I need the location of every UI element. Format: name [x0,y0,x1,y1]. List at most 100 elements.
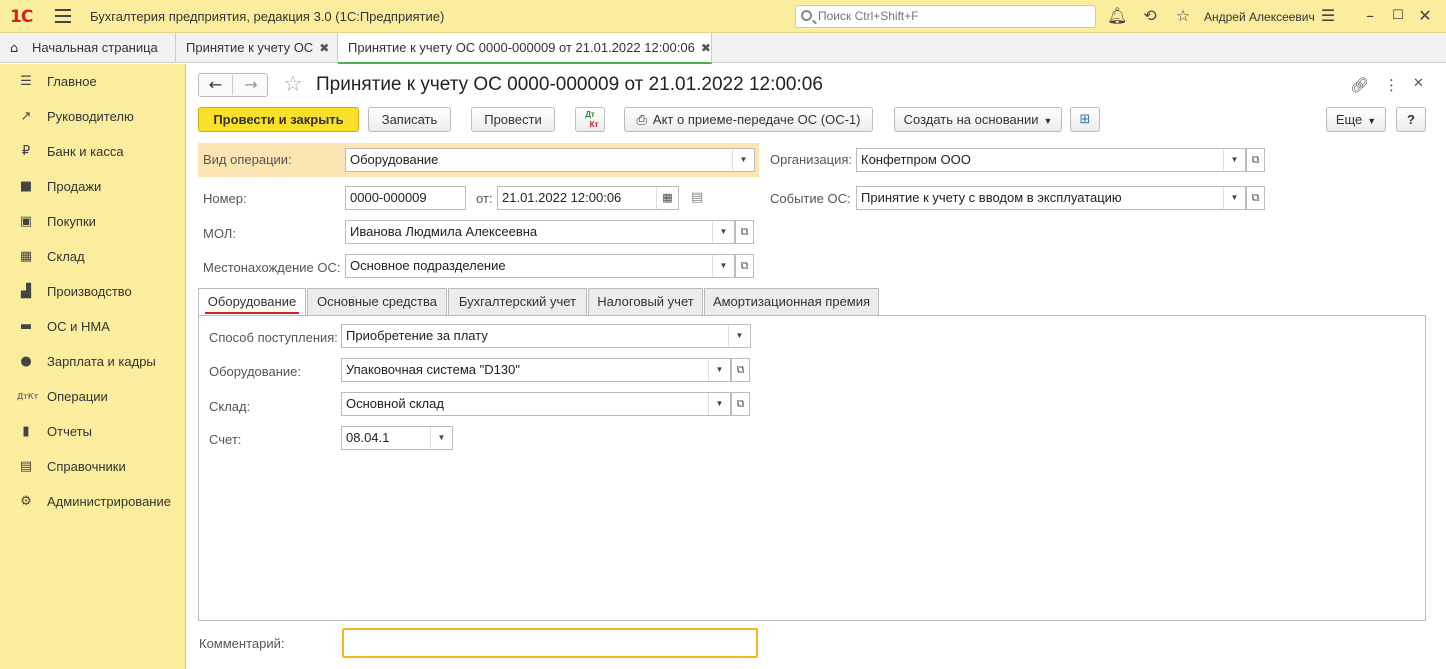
sidebar-item-reports[interactable]: ▮ Отчеты [0,418,186,446]
dt-kt-button[interactable]: Дт Кт [575,107,605,132]
comment-history-icon[interactable]: ▤ [691,190,703,205]
tab-fixed-assets[interactable]: Основные средства [307,288,447,315]
open-location-icon[interactable]: ⧉ [735,254,754,278]
calendar-icon[interactable]: ▦ [656,187,678,209]
save-button[interactable]: Записать [368,107,451,132]
back-arrow-icon[interactable]: ← [199,75,233,95]
sidebar-item-sales[interactable]: ■ Продажи [0,173,186,201]
user-name[interactable]: Андрей Алексеевич [1204,10,1315,24]
tab-depreciation-bonus[interactable]: Амортизационная премия [704,288,879,315]
operation-type-field[interactable]: Оборудование ▼ [345,148,755,172]
date-label: от: [476,191,493,206]
dropdown-icon: ▼ [1043,116,1053,126]
open-organization-icon[interactable]: ⧉ [1246,148,1265,172]
open-equipment-icon[interactable]: ⧉ [731,358,750,382]
structure-icon[interactable]: ⊞ [1070,107,1100,132]
number-field[interactable]: 0000-000009 [345,186,466,210]
help-button[interactable]: ? [1396,107,1426,132]
tab-tax[interactable]: Налоговый учет [588,288,703,315]
open-warehouse-icon[interactable]: ⧉ [731,392,750,416]
dropdown-arrow-icon[interactable]: ▼ [708,393,730,415]
organization-field[interactable]: Конфетпром ООО ▼ [856,148,1246,172]
more-button[interactable]: Еще ▼ [1326,107,1386,132]
tab-home[interactable]: ⌂ Начальная страница [0,33,176,63]
sidebar-item-manager[interactable]: ↗ Руководителю [0,103,186,131]
search-icon [801,10,812,21]
close-form-icon[interactable]: ✕ [1413,76,1424,91]
open-windows-tabs: ⌂ Начальная страница Принятие к учету ОС ✖… [0,33,1446,64]
post-and-close-button[interactable]: Провести и закрыть [198,107,359,132]
mol-field[interactable]: Иванова Людмила Алексеевна ▼ [345,220,735,244]
more-vertical-icon[interactable]: ⋮ [1384,76,1399,94]
bar-chart-icon: ▮ [22,424,30,439]
close-window-icon[interactable]: ✕ [1416,7,1434,25]
sidebar-item-salary[interactable]: ● Зарплата и кадры [0,348,186,376]
tab-accounting[interactable]: Бухгалтерский учет [448,288,587,315]
location-field[interactable]: Основное подразделение ▼ [345,254,735,278]
operation-type-label: Вид операции: [203,152,292,167]
dropdown-arrow-icon[interactable]: ▼ [708,359,730,381]
warehouse-field[interactable]: Основной склад ▼ [341,392,731,416]
settings-menu-icon[interactable]: ☰ [1319,7,1337,25]
tab-os-document[interactable]: Принятие к учету ОС 0000-000009 от 21.01… [338,33,712,64]
act-os1-button[interactable]: ⎙ Акт о приеме-передаче ОС (ОС-1) [624,107,873,132]
maximize-icon[interactable]: ☐ [1389,7,1407,25]
dropdown-arrow-icon[interactable]: ▼ [1223,149,1245,171]
comment-field[interactable] [342,628,758,658]
sidebar-item-operations[interactable]: ДтКт Операции [0,383,186,411]
receipt-method-field[interactable]: Приобретение за плату ▼ [341,324,751,348]
open-event-icon[interactable]: ⧉ [1246,186,1265,210]
close-tab-icon[interactable]: ✖ [319,41,329,55]
favorites-star-icon[interactable]: ☆ [1174,7,1192,25]
tab-equipment[interactable]: Оборудование [198,288,306,316]
minimize-icon[interactable]: – [1361,7,1379,25]
cart-icon: ▣ [19,214,33,229]
sidebar-item-bank[interactable]: ₽ Банк и касса [0,138,186,166]
sidebar-item-main[interactable]: ☰ Главное [0,68,186,96]
bell-icon[interactable]: 🔔︎ [1107,7,1127,25]
close-tab-icon[interactable]: ✖ [701,41,711,55]
dropdown-arrow-icon[interactable]: ▼ [712,221,734,243]
event-label: Событие ОС: [770,191,851,206]
main-menu-icon[interactable] [55,9,71,23]
dropdown-arrow-icon[interactable]: ▼ [728,325,750,347]
dropdown-arrow-icon[interactable]: ▼ [430,427,452,449]
account-field[interactable]: 08.04.1 ▼ [341,426,453,450]
receipt-method-label: Способ поступления: [209,330,338,345]
sidebar-item-purchases[interactable]: ▣ Покупки [0,208,186,236]
global-search[interactable] [795,5,1096,28]
link-icon[interactable]: 🔗︎ [1350,76,1369,94]
location-label: Местонахождение ОС: [203,260,341,275]
equipment-field[interactable]: Упаковочная система "D130" ▼ [341,358,731,382]
dropdown-arrow-icon[interactable]: ▼ [1223,187,1245,209]
number-label: Номер: [203,191,247,206]
app-logo: 1С [10,7,33,27]
equipment-tab-panel: Способ поступления: Приобретение за плат… [198,315,1426,621]
event-field[interactable]: Принятие к учету с вводом в эксплуатацию… [856,186,1246,210]
menu-icon: ☰ [20,74,32,89]
sidebar-item-catalogs[interactable]: ▤ Справочники [0,453,186,481]
sidebar-item-warehouse[interactable]: ▦ Склад [0,243,186,271]
history-icon[interactable]: ⟲ [1141,7,1159,25]
post-button[interactable]: Провести [471,107,555,132]
dropdown-arrow-icon[interactable]: ▼ [712,255,734,277]
title-bar: 1С Бухгалтерия предприятия, редакция 3.0… [0,0,1446,33]
dropdown-arrow-icon[interactable]: ▼ [732,149,754,171]
tab-os-list[interactable]: Принятие к учету ОС ✖ [176,33,338,63]
sidebar-item-production[interactable]: ▟ Производство [0,278,186,306]
dt-kt-icon: ДтКт [17,392,39,401]
open-mol-icon[interactable]: ⧉ [735,220,754,244]
search-input[interactable] [818,9,1088,23]
sidebar-item-admin[interactable]: ⚙ Администрирование [0,488,186,516]
sidebar-item-fixed-assets[interactable]: ▬ ОС и НМА [0,313,186,341]
organization-label: Организация: [770,152,853,167]
create-based-on-button[interactable]: Создать на основании ▼ [894,107,1062,132]
favorite-star-icon[interactable]: ☆ [283,72,303,97]
printer-icon: ⎙ [636,113,647,128]
sections-sidebar: ☰ Главное ↗ Руководителю ₽ Банк и касса ■ Пр… [0,64,186,669]
date-field[interactable]: 21.01.2022 12:00:06 ▦ [497,186,679,210]
account-label: Счет: [209,432,242,447]
forward-arrow-icon[interactable]: → [234,75,268,95]
warehouse-icon: ▦ [19,249,33,264]
truck-icon: ▬ [19,319,33,334]
